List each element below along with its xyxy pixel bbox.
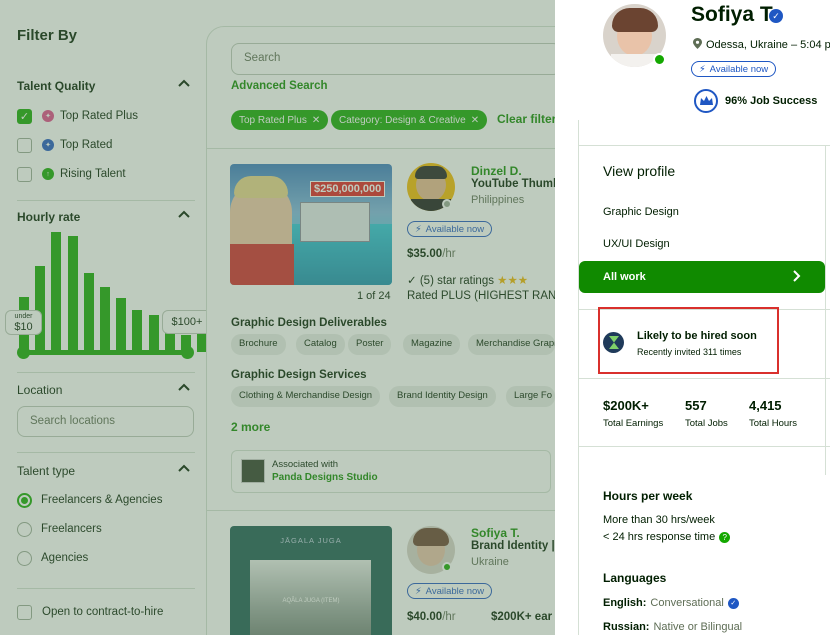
response-time-text: < 24 hrs response time — [603, 531, 716, 543]
shirt-shape — [611, 54, 659, 67]
likely-hired-title: Likely to be hired soon — [637, 330, 757, 342]
profile-link-graphic-design[interactable]: Graphic Design — [603, 206, 679, 218]
language-russian: Russian: Native or Bilingual — [603, 621, 742, 633]
profile-location: Odessa, Ukraine – 5:04 p — [693, 38, 830, 52]
divider — [578, 446, 830, 447]
hours-per-week-title: Hours per week — [603, 489, 693, 503]
lightning-icon: ⚡ — [699, 63, 706, 75]
online-status-dot — [653, 53, 666, 66]
view-profile-title: View profile — [603, 163, 676, 179]
location-pin-icon — [693, 38, 702, 52]
hair-shape — [612, 8, 658, 32]
divider — [578, 378, 830, 379]
location-text: Odessa, Ukraine – 5:04 p — [706, 39, 830, 51]
modal-backdrop[interactable] — [0, 0, 555, 635]
stat-total-earnings-value: $200K+ — [603, 398, 649, 413]
job-success-score: 96% Job Success — [694, 89, 817, 113]
profile-link-ux-ui-design[interactable]: UX/UI Design — [603, 238, 670, 250]
all-work-button[interactable]: All work — [579, 261, 825, 293]
language-level: Conversational — [650, 597, 724, 609]
job-success-crown-icon — [694, 89, 718, 113]
language-name: English: — [603, 597, 647, 609]
question-icon[interactable]: ? — [719, 531, 731, 543]
available-now-badge: ⚡ Available now — [691, 61, 777, 77]
badge-label: Available now — [709, 63, 769, 75]
stat-total-hours-value: 4,415 — [749, 398, 782, 413]
stat-total-jobs-value: 557 — [685, 398, 707, 413]
profile-panel: Sofiya T. ✓ Odessa, Ukraine – 5:04 p ⚡ Av… — [555, 0, 830, 635]
response-time: < 24 hrs response time ? — [603, 531, 731, 543]
hours-per-week-value: More than 30 hrs/week — [603, 514, 715, 526]
panel-divider — [825, 145, 826, 475]
all-work-label: All work — [603, 271, 646, 283]
invited-count-text: Recently invited 311 times — [637, 347, 742, 357]
language-english: English: Conversational ✓ — [603, 597, 739, 609]
hourglass-icon — [603, 332, 624, 353]
verified-icon: ✓ — [769, 9, 783, 23]
language-level: Native or Bilingual — [653, 621, 743, 633]
job-success-text: 96% Job Success — [725, 95, 818, 107]
divider — [578, 145, 830, 146]
verified-icon: ✓ — [727, 597, 739, 609]
profile-name: Sofiya T. — [691, 3, 777, 26]
language-name: Russian: — [603, 621, 650, 633]
stat-total-hours-label: Total Hours — [749, 418, 798, 429]
languages-title: Languages — [603, 571, 667, 585]
chevron-right-icon — [793, 269, 801, 285]
stat-total-earnings-label: Total Earnings — [603, 418, 664, 429]
stat-total-jobs-label: Total Jobs — [685, 418, 728, 429]
